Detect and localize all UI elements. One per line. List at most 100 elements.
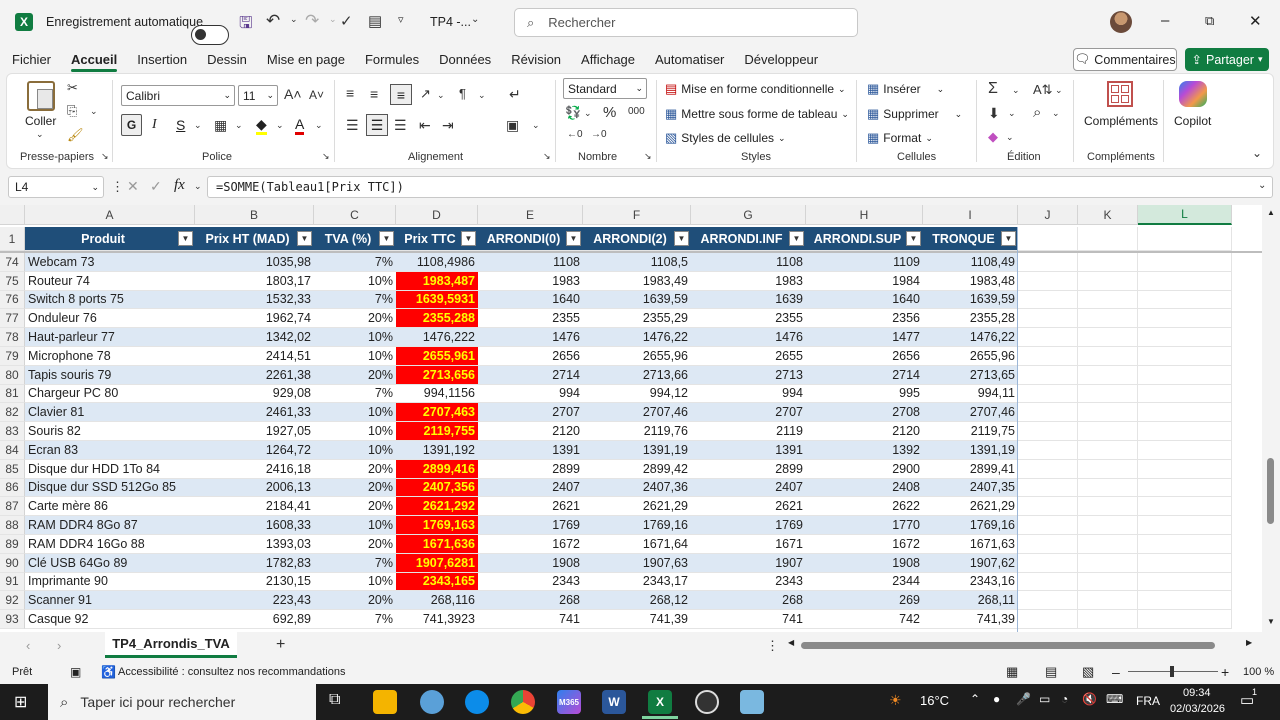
table-cell[interactable]: 269 (806, 591, 923, 611)
table-cell[interactable]: 1393,03 (195, 535, 314, 554)
taskbar-search[interactable]: ⌕ Taper ici pour rechercher (48, 684, 316, 720)
table-cell[interactable]: 1109 (806, 253, 923, 272)
decrease-indent-icon[interactable]: ⇤ (419, 117, 431, 134)
fx-dropdown-icon[interactable]: ⌄ (194, 181, 202, 192)
cell[interactable] (1078, 459, 1138, 479)
cell[interactable] (1018, 535, 1078, 554)
table-cell[interactable]: 1264,72 (195, 441, 314, 460)
table-cell[interactable]: 20% (314, 497, 396, 517)
table-cell[interactable]: 1672 (806, 535, 923, 554)
table-cell[interactable]: 2708 (806, 403, 923, 423)
filter-dropdown-icon[interactable]: ▼ (1001, 231, 1016, 246)
table-cell[interactable]: 2707,463 (396, 403, 478, 423)
underline-icon[interactable]: S (176, 117, 185, 133)
number-launcher-icon[interactable]: ↘ (644, 151, 652, 162)
conditional-format-button[interactable]: ▤ Mise en forme conditionnelle ⌄ (665, 81, 846, 97)
table-cell[interactable]: 2899 (478, 459, 583, 479)
table-cell[interactable]: 2119,755 (396, 422, 478, 441)
table-cell[interactable]: 268,12 (583, 591, 691, 611)
tab-affichage[interactable]: Affichage (571, 45, 645, 73)
product-name-cell[interactable]: Souris 82 (25, 422, 195, 441)
table-cell[interactable]: 1769 (691, 516, 806, 535)
product-name-cell[interactable]: Onduleur 76 (25, 309, 195, 329)
cell[interactable] (1018, 227, 1078, 251)
tab-accueil[interactable]: Accueil (61, 45, 127, 73)
cell[interactable] (1018, 459, 1078, 479)
table-cell[interactable]: 2900 (806, 459, 923, 479)
spreadsheet-grid[interactable]: A B C D E F G H I J K L 1 Produit ▼ Prix HT (MAD) ▼ TVA (… (0, 205, 1262, 632)
row-header[interactable]: 89 (0, 535, 25, 554)
table-cell[interactable]: 2621,29 (583, 497, 691, 517)
table-cell[interactable]: 994,11 (923, 384, 1018, 404)
table-cell[interactable]: 1639,59 (923, 290, 1018, 310)
table-cell[interactable]: 2408 (806, 478, 923, 498)
table-cell[interactable]: 1671,63 (923, 535, 1018, 554)
table-cell[interactable]: 268,11 (923, 591, 1018, 611)
table-cell[interactable]: 10% (314, 328, 396, 347)
undo-dropdown-icon[interactable]: ⌄ (290, 14, 298, 25)
align-top-icon[interactable]: ≡ (346, 85, 354, 101)
autosum-icon[interactable]: Σ (988, 80, 998, 98)
table-cell[interactable]: 1477 (806, 328, 923, 347)
chrome-icon[interactable] (511, 690, 535, 714)
table-cell[interactable]: 2407,35 (923, 478, 1018, 498)
autosum-dropdown-icon[interactable]: ⌄ (1012, 85, 1020, 96)
increase-font-icon[interactable]: A˄ (284, 86, 302, 102)
tray-icon[interactable]: ● (993, 692, 1000, 706)
filter-dropdown-icon[interactable]: ▼ (566, 231, 581, 246)
tab-formules[interactable]: Formules (355, 45, 429, 73)
table-cell[interactable]: 7% (314, 553, 396, 573)
cell[interactable] (1138, 309, 1232, 329)
tab-automatiser[interactable]: Automatiser (645, 45, 734, 73)
cell[interactable] (1078, 253, 1138, 272)
table-cell[interactable]: 2655 (691, 347, 806, 366)
table-cell[interactable]: 2713,656 (396, 365, 478, 385)
name-box[interactable]: L4 ⌄ (8, 176, 104, 198)
product-name-cell[interactable]: RAM DDR4 16Go 88 (25, 535, 195, 554)
cell[interactable] (1138, 591, 1232, 611)
table-cell[interactable]: 1672 (478, 535, 583, 554)
row-header[interactable]: 92 (0, 591, 25, 611)
table-cell[interactable]: 2119 (691, 422, 806, 441)
row-header[interactable]: 87 (0, 497, 25, 517)
table-cell[interactable]: 2714 (478, 365, 583, 385)
table-header-cell[interactable]: ARRONDI.SUP ▼ (806, 227, 923, 251)
table-cell[interactable]: 2707,46 (583, 403, 691, 423)
align-middle-icon[interactable]: ≡ (370, 86, 378, 102)
table-cell[interactable]: 2407,356 (396, 478, 478, 498)
table-cell[interactable]: 1391,19 (923, 441, 1018, 460)
filter-dropdown-icon[interactable]: ▼ (297, 231, 312, 246)
cell[interactable] (1138, 441, 1232, 460)
cancel-entry-icon[interactable]: ✕ (127, 178, 139, 195)
cell[interactable] (1138, 459, 1232, 479)
minimize-icon[interactable]: – (1161, 12, 1169, 29)
cell[interactable] (1138, 535, 1232, 554)
more-options-icon[interactable]: ⋮ (111, 179, 124, 195)
table-cell[interactable]: 2655,961 (396, 347, 478, 366)
horizontal-scroll-thumb[interactable] (801, 642, 1215, 649)
zoom-slider-thumb[interactable] (1170, 666, 1174, 677)
alignment-launcher-icon[interactable]: ↘ (543, 151, 551, 162)
fill-dropdown-icon[interactable]: ⌄ (1008, 108, 1016, 119)
paste-button[interactable]: Coller (25, 114, 56, 128)
cell[interactable] (1138, 516, 1232, 535)
sort-filter-icon[interactable]: A⇅ (1033, 82, 1053, 98)
cell[interactable] (1138, 497, 1232, 517)
table-cell[interactable]: 1769,163 (396, 516, 478, 535)
table-cell[interactable]: 1476,222 (396, 328, 478, 347)
merge-center-icon[interactable]: ▣ (506, 117, 519, 134)
copy-dropdown-icon[interactable]: ⌄ (90, 106, 98, 117)
filter-dropdown-icon[interactable]: ▼ (674, 231, 689, 246)
cell[interactable] (1138, 271, 1232, 291)
table-cell[interactable]: 1639 (691, 290, 806, 310)
row-header[interactable]: 78 (0, 328, 25, 347)
row-header[interactable]: 77 (0, 309, 25, 329)
product-name-cell[interactable]: Routeur 74 (25, 271, 195, 291)
table-cell[interactable]: 10% (314, 271, 396, 291)
row-header[interactable]: 90 (0, 553, 25, 573)
product-name-cell[interactable]: Imprimante 90 (25, 572, 195, 592)
cell[interactable] (1138, 227, 1232, 251)
accessibility-icon[interactable]: ♿ (101, 665, 116, 679)
product-name-cell[interactable]: Disque dur SSD 512Go 85 (25, 478, 195, 498)
font-color-dropdown-icon[interactable]: ⌄ (315, 120, 323, 131)
